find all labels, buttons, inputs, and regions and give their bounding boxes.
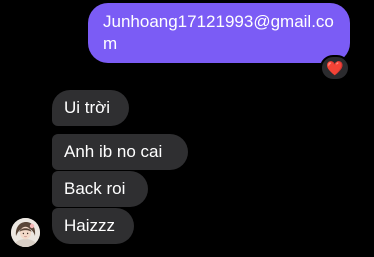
incoming-message-bubble[interactable]: Back roi xyxy=(52,171,148,207)
contact-avatar[interactable] xyxy=(11,218,40,247)
incoming-message-bubble[interactable]: Ui trời xyxy=(52,90,129,126)
incoming-message-text: Ui trời xyxy=(64,98,111,117)
outgoing-message-bubble[interactable]: Junhoang17121993@gmail.com xyxy=(88,3,350,63)
heart-reaction-icon[interactable]: ❤️ xyxy=(320,55,350,81)
reaction-emoji: ❤️ xyxy=(326,60,344,76)
outgoing-message-text: Junhoang17121993@gmail.com xyxy=(103,12,334,53)
message-thread: Junhoang17121993@gmail.com ❤️ Ui trời An… xyxy=(0,0,374,257)
incoming-message-text: Haizzz xyxy=(64,216,116,235)
avatar-photo-icon xyxy=(11,218,40,247)
incoming-message-bubble[interactable]: Anh ib no cai xyxy=(52,134,188,170)
incoming-message-text: Back roi xyxy=(64,179,126,198)
incoming-message-text: Anh ib no cai xyxy=(64,142,163,161)
incoming-message-bubble[interactable]: Haizzz xyxy=(52,208,134,244)
